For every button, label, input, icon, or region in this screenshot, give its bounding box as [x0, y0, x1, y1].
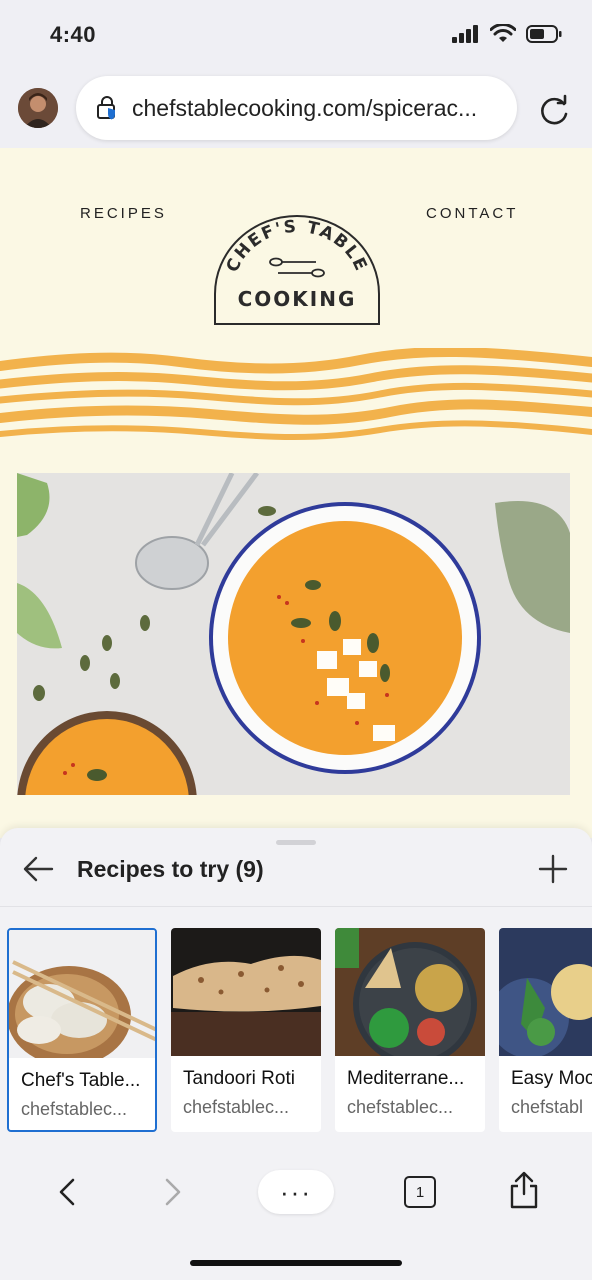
url-text: chefstablecooking.com/spicerac...: [132, 94, 478, 121]
recipe-card[interactable]: Chef's Table... chefstablec...: [7, 928, 157, 1132]
decorative-waves: [0, 348, 592, 440]
logo-line1: CHEF'S TABLE: [223, 217, 370, 276]
recipe-card[interactable]: Tandoori Roti chefstablec...: [171, 928, 321, 1132]
recipe-card-title: Easy Moc: [511, 1068, 592, 1089]
web-page: RECIPES CONTACT CHEF'S TABLE COOKING: [0, 148, 592, 838]
recipe-card-image-mochi: [499, 928, 592, 1056]
recipe-card-image-mediterranean: [335, 928, 485, 1056]
sheet-header: Recipes to try (9): [0, 844, 592, 904]
status-icons: [452, 24, 562, 44]
browser-toolbar: ··· 1: [0, 1140, 592, 1280]
back-arrow-icon[interactable]: [22, 852, 56, 886]
nav-contact-link[interactable]: CONTACT: [426, 205, 518, 222]
status-bar: 4:40: [0, 0, 592, 72]
recipe-card-title: Mediterrane...: [347, 1068, 465, 1089]
site-logo[interactable]: CHEF'S TABLE COOKING: [212, 212, 382, 326]
address-bar[interactable]: chefstablecooking.com/spicerac...: [76, 76, 517, 140]
sheet-divider: [0, 906, 592, 907]
recipe-card-source: chefstablec...: [21, 1099, 128, 1119]
recipe-card-source: chefstablec...: [347, 1097, 454, 1117]
svg-text:CHEF'S TABLE: CHEF'S TABLE: [223, 217, 372, 276]
site-lock-icon: [97, 96, 115, 120]
status-time: 4:40: [50, 22, 97, 47]
recipe-card-image-roti: [171, 928, 321, 1056]
spoon-icon: [269, 257, 325, 278]
tabs-button[interactable]: 1: [404, 1176, 436, 1208]
avatar[interactable]: [18, 88, 58, 128]
back-icon[interactable]: [54, 1176, 80, 1208]
logo-line2: COOKING: [238, 287, 357, 311]
recipe-card-source: chefstablec...: [183, 1097, 290, 1117]
forward-icon[interactable]: [160, 1176, 186, 1208]
recipe-card-source: chefstabl: [511, 1097, 584, 1117]
home-indicator: [190, 1260, 402, 1266]
reload-icon[interactable]: [534, 92, 574, 132]
nav-recipes-link[interactable]: RECIPES: [80, 205, 167, 222]
cellular-signal-icon: [452, 25, 478, 43]
hero-image-soup: [17, 473, 570, 795]
recipe-card[interactable]: Easy Moc chefstabl: [499, 928, 592, 1132]
recipe-card-title: Chef's Table...: [21, 1070, 141, 1091]
recipe-card-image-dumplings: [9, 930, 155, 1058]
recipe-card[interactable]: Mediterrane... chefstablec...: [335, 928, 485, 1132]
sheet-title: Recipes to try (9): [77, 856, 264, 882]
battery-icon: [526, 25, 562, 43]
add-icon[interactable]: [536, 852, 570, 886]
wifi-icon: [490, 24, 516, 42]
recipe-card-list: Chef's Table... chefstablec... Tandoori …: [7, 928, 592, 1134]
recipe-card-title: Tandoori Roti: [183, 1068, 295, 1089]
more-button[interactable]: ···: [258, 1170, 334, 1214]
browser-address-area: chefstablecooking.com/spicerac...: [0, 72, 592, 148]
share-icon[interactable]: [508, 1170, 540, 1210]
